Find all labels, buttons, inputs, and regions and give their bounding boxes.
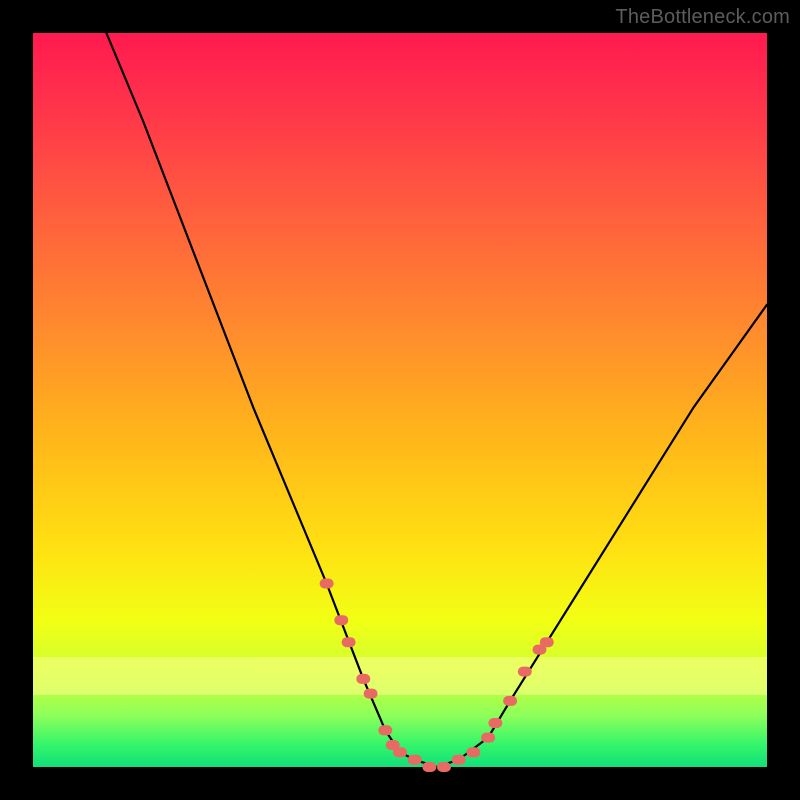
chart-frame: TheBottleneck.com [0, 0, 800, 800]
curve-marker [466, 747, 480, 757]
curve-marker [452, 755, 466, 765]
plot-area [33, 33, 767, 767]
curve-marker [408, 755, 422, 765]
curve-marker [503, 696, 517, 706]
curve-marker [334, 615, 348, 625]
bottleneck-curve [33, 33, 767, 767]
curve-marker [422, 762, 436, 772]
curve-marker [378, 725, 392, 735]
curve-marker [356, 674, 370, 684]
curve-marker [437, 762, 451, 772]
curve-marker [342, 637, 356, 647]
curve-marker [364, 689, 378, 699]
curve-markers [320, 579, 554, 773]
curve-marker [393, 747, 407, 757]
watermark-text: TheBottleneck.com [615, 6, 790, 29]
curve-marker [488, 718, 502, 728]
curve-line [106, 33, 767, 767]
curve-marker [540, 637, 554, 647]
curve-marker [481, 733, 495, 743]
curve-marker [320, 579, 334, 589]
curve-marker [518, 667, 532, 677]
